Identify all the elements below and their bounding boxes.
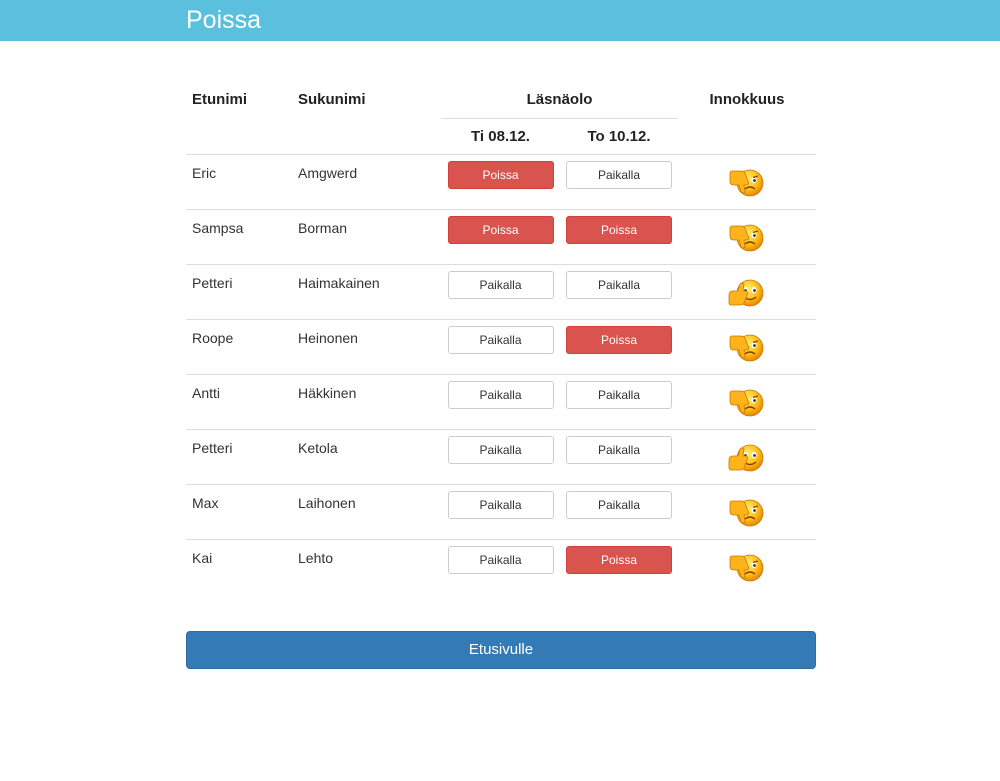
firstname-cell: Petteri (186, 429, 292, 485)
header-firstname: Etunimi (192, 90, 247, 108)
enthusiasm-cell (678, 429, 817, 485)
thumbs-down-icon (725, 169, 769, 208)
attendance-toggle-button[interactable]: Poissa (566, 546, 672, 574)
firstname-cell: Max (186, 484, 292, 540)
attendance-toggle-button[interactable]: Paikalla (447, 436, 554, 464)
firstname-cell: Roope (186, 319, 292, 375)
attendance-toggle-button[interactable]: Paikalla (566, 491, 672, 519)
attendance-cell: Paikalla (441, 264, 560, 320)
header-blank (186, 118, 292, 155)
attendance-toggle-button[interactable]: Paikalla (447, 326, 554, 354)
lastname-cell: Amgwerd (292, 154, 441, 210)
table-row: Petteri Haimakainen Paikalla Paikalla (186, 264, 817, 320)
thumbs-down-icon (725, 499, 769, 538)
attendance-cell: Poissa (560, 209, 679, 265)
attendance-toggle-button[interactable]: Paikalla (447, 271, 554, 299)
lastname-cell: Heinonen (292, 319, 441, 375)
table-row: Petteri Ketola Paikalla Paikalla (186, 429, 817, 485)
table-row: Max Laihonen Paikalla Paikalla (186, 484, 817, 540)
attendance-cell: Paikalla (560, 374, 679, 430)
attendance-cell: Poissa (441, 209, 560, 265)
attendance-cell: Poissa (441, 154, 560, 210)
header-blank (292, 118, 441, 155)
firstname-cell: Petteri (186, 264, 292, 320)
header-lastname: Sukunimi (298, 90, 366, 108)
attendance-toggle-button[interactable]: Poissa (566, 326, 672, 354)
lastname-cell: Borman (292, 209, 441, 265)
enthusiasm-cell (678, 209, 817, 265)
enthusiasm-cell (678, 484, 817, 540)
header-blank (678, 118, 817, 155)
attendance-cell: Paikalla (441, 374, 560, 430)
enthusiasm-cell (678, 374, 817, 430)
thumbs-down-icon (725, 554, 769, 593)
table-row: Kai Lehto Paikalla Poissa (186, 540, 816, 595)
enthusiasm-cell (678, 540, 816, 595)
table-row: Eric Amgwerd Poissa Paikalla (186, 154, 817, 210)
enthusiasm-cell (678, 319, 817, 375)
attendance-toggle-button[interactable]: Poissa (566, 216, 672, 244)
attendance-toggle-button[interactable]: Paikalla (566, 381, 672, 409)
attendance-cell: Poissa (560, 540, 678, 595)
attendance-toggle-button[interactable]: Paikalla (447, 546, 554, 574)
attendance-toggle-button[interactable]: Poissa (447, 216, 554, 244)
header-enthusiasm: Innokkuus (709, 90, 785, 108)
attendance-toggle-button[interactable]: Paikalla (566, 161, 672, 189)
attendance-table: Etunimi Sukunimi Läsnäolo Innokkuus Ti 0… (186, 80, 817, 595)
lastname-cell: Häkkinen (292, 374, 441, 430)
enthusiasm-cell (678, 264, 817, 320)
thumbs-up-icon (725, 279, 769, 318)
attendance-cell: Paikalla (441, 484, 560, 540)
header-attendance: Läsnäolo (441, 80, 679, 119)
header-date: Ti 08.12. (441, 118, 560, 155)
thumbs-up-icon (725, 444, 769, 483)
attendance-cell: Paikalla (560, 429, 679, 485)
attendance-toggle-button[interactable]: Poissa (447, 161, 554, 189)
attendance-cell: Poissa (560, 319, 679, 375)
lastname-cell: Haimakainen (292, 264, 441, 320)
table-row: Roope Heinonen Paikalla Poissa (186, 319, 817, 375)
top-navbar: Poissa (0, 0, 1000, 41)
attendance-panel: Etunimi Sukunimi Läsnäolo Innokkuus Ti 0… (186, 80, 817, 595)
thumbs-down-icon (725, 389, 769, 428)
table-row: Antti Häkkinen Paikalla Paikalla (186, 374, 817, 430)
thumbs-down-icon (725, 334, 769, 373)
attendance-toggle-button[interactable]: Paikalla (566, 436, 672, 464)
lastname-cell: Laihonen (292, 484, 441, 540)
attendance-toggle-button[interactable]: Paikalla (447, 381, 554, 409)
table-row: Sampsa Borman Poissa Poissa (186, 209, 817, 265)
attendance-cell: Paikalla (560, 264, 679, 320)
enthusiasm-cell (678, 154, 817, 210)
attendance-cell: Paikalla (441, 429, 560, 485)
attendance-toggle-button[interactable]: Paikalla (447, 491, 554, 519)
firstname-cell: Antti (186, 374, 292, 430)
attendance-toggle-button[interactable]: Paikalla (566, 271, 672, 299)
attendance-cell: Paikalla (441, 540, 560, 595)
attendance-cell: Paikalla (560, 154, 679, 210)
attendance-cell: Paikalla (441, 319, 560, 375)
lastname-cell: Ketola (292, 429, 441, 485)
lastname-cell: Lehto (298, 550, 334, 566)
attendance-cell: Paikalla (560, 484, 679, 540)
firstname-cell: Kai (192, 550, 213, 566)
firstname-cell: Sampsa (186, 209, 292, 265)
thumbs-down-icon (725, 224, 769, 263)
page-title[interactable]: Poissa (186, 5, 261, 35)
firstname-cell: Eric (186, 154, 292, 210)
attendance-rows: Eric Amgwerd Poissa Paikalla Sampsa Borman Poi… (186, 154, 817, 595)
home-button[interactable]: Etusivulle (186, 631, 816, 669)
header-date: To 10.12. (560, 118, 679, 155)
